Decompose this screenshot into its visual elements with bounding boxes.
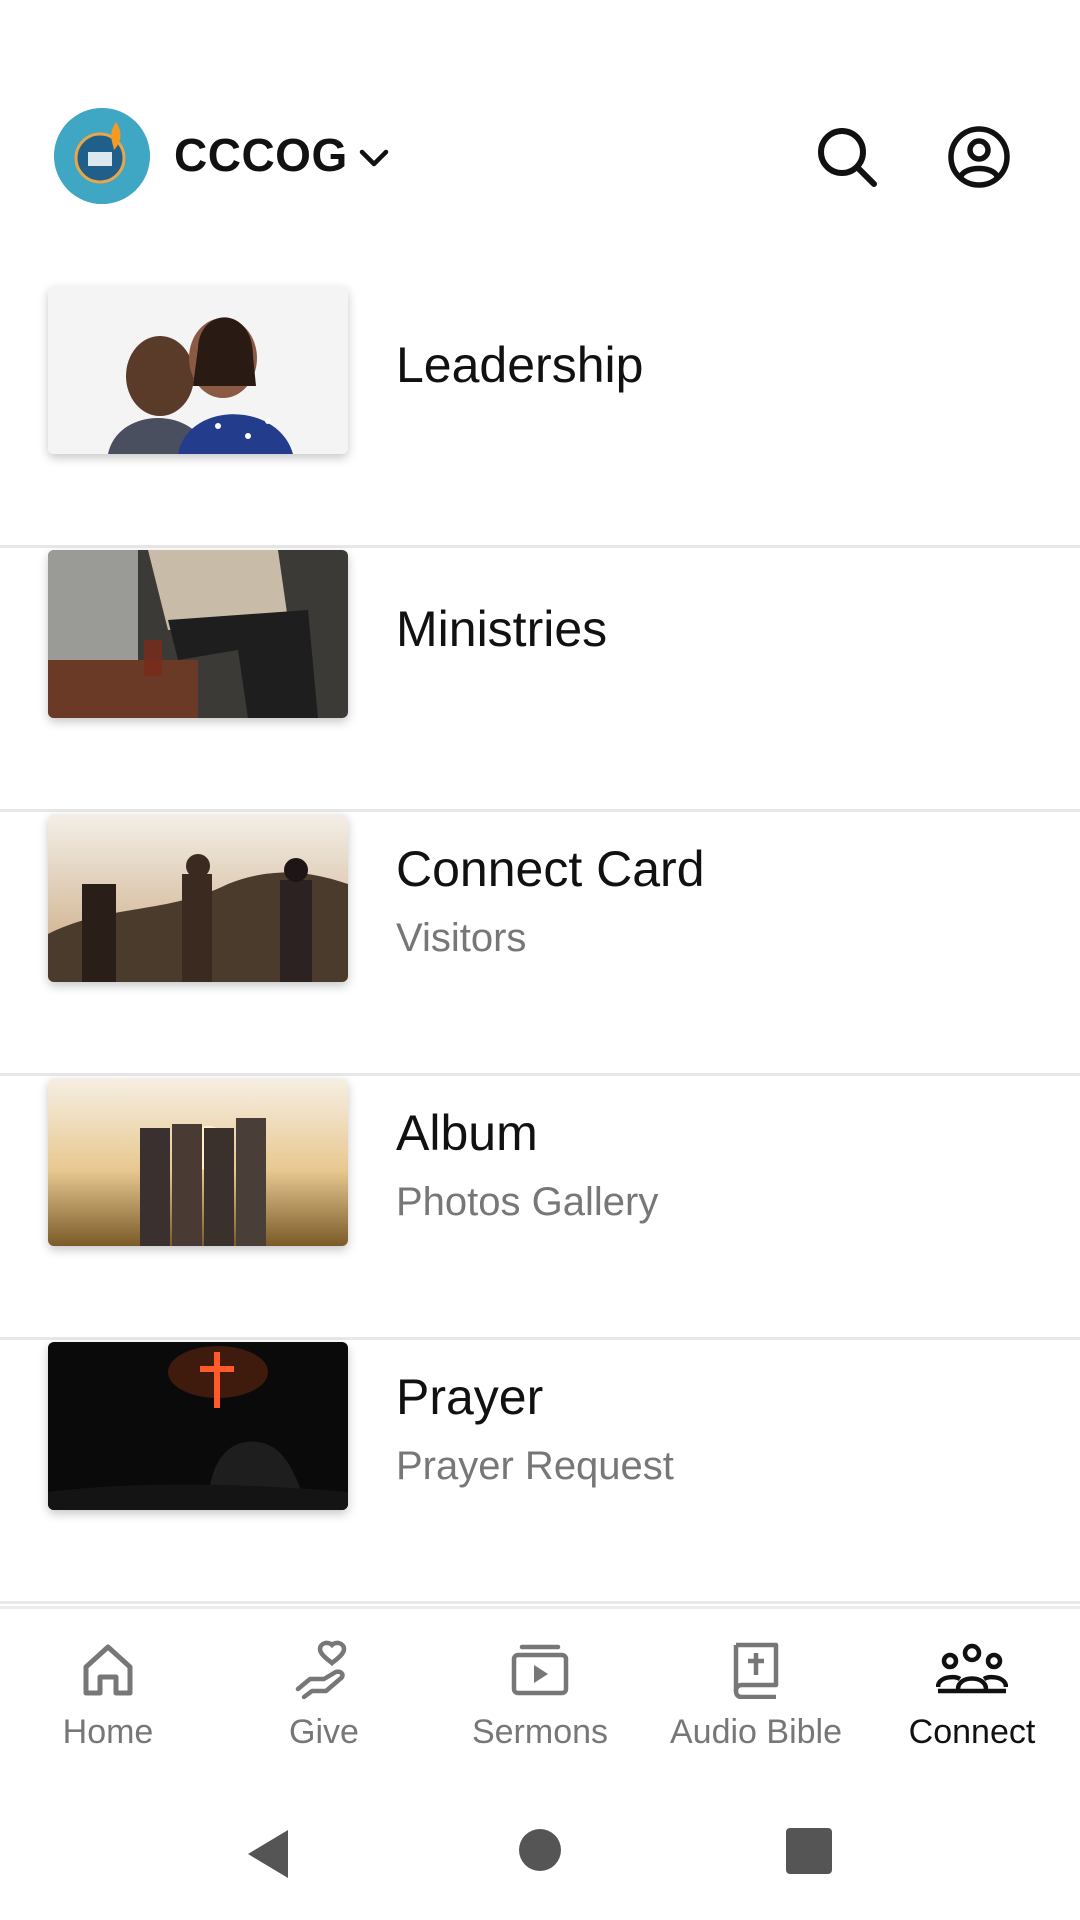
list-item-text: Album Photos Gallery <box>396 1104 658 1225</box>
church-name-label[interactable]: CCCOG <box>174 128 348 182</box>
list-item-title: Prayer <box>396 1369 544 1425</box>
nav-sermons[interactable]: Sermons <box>432 1639 648 1769</box>
list-item-text: Ministries <box>396 600 607 658</box>
nav-audio-bible[interactable]: Audio Bible <box>648 1639 864 1769</box>
church-logo-avatar[interactable] <box>54 108 150 204</box>
connect-icon <box>936 1643 1008 1694</box>
home-circle-icon[interactable] <box>518 1828 562 1872</box>
nav-connect[interactable]: Connect <box>864 1639 1080 1769</box>
system-nav-bar <box>0 1786 1080 1920</box>
ministries-thumbnail <box>48 550 348 718</box>
list-item-prayer[interactable]: Prayer Prayer Request <box>0 1340 1080 1604</box>
sermons-icon <box>511 1644 569 1696</box>
search-icon[interactable] <box>812 122 882 192</box>
nav-label: Audio Bible <box>669 1713 842 1751</box>
list-item-subtitle: Visitors <box>396 916 527 960</box>
list-item-text: Leadership <box>396 336 643 394</box>
nav-label: Home <box>62 1713 154 1751</box>
app-header: CCCOG <box>0 100 1080 210</box>
list-item-title: Connect Card <box>396 841 705 897</box>
nav-label: Give <box>289 1713 359 1751</box>
list-item-connect-card[interactable]: Connect Card Visitors <box>0 812 1080 1076</box>
list-item-ministries[interactable]: Ministries <box>0 548 1080 812</box>
nav-give[interactable]: Give <box>216 1639 432 1769</box>
church-logo-icon <box>54 108 150 204</box>
list-item-leadership[interactable]: Leadership <box>0 284 1080 548</box>
profile-icon[interactable] <box>944 122 1014 192</box>
list-item-text: Prayer Prayer Request <box>396 1368 674 1489</box>
nav-label: Connect <box>908 1713 1036 1751</box>
nav-label: Sermons <box>471 1713 609 1751</box>
nav-home[interactable]: Home <box>0 1639 216 1769</box>
list-item-subtitle: Photos Gallery <box>396 1180 659 1224</box>
list-item-subtitle: Prayer Request <box>396 1444 674 1488</box>
app-screen: CCCOG Leadership Ministries Connect Card… <box>0 0 1080 1920</box>
recents-icon[interactable] <box>786 1828 832 1874</box>
chevron-down-icon[interactable] <box>356 140 392 176</box>
give-icon <box>295 1640 347 1699</box>
list-item-album[interactable]: Album Photos Gallery <box>0 1076 1080 1340</box>
list-item-title: Ministries <box>396 601 608 657</box>
list-item-text: Connect Card Visitors <box>396 840 705 961</box>
connect-list: Leadership Ministries Connect Card Visit… <box>0 284 1080 1604</box>
home-icon <box>83 1644 133 1696</box>
album-thumbnail <box>48 1078 348 1246</box>
bible-icon <box>733 1642 779 1699</box>
bottom-nav-bar: Home Give Sermons Audio Bible Connect <box>0 1606 1080 1786</box>
list-item-title: Leadership <box>396 337 644 393</box>
connect-card-thumbnail <box>48 814 348 982</box>
list-item-title: Album <box>396 1105 538 1161</box>
prayer-thumbnail <box>48 1342 348 1510</box>
back-icon[interactable] <box>244 1828 292 1880</box>
leadership-thumbnail <box>48 286 348 454</box>
